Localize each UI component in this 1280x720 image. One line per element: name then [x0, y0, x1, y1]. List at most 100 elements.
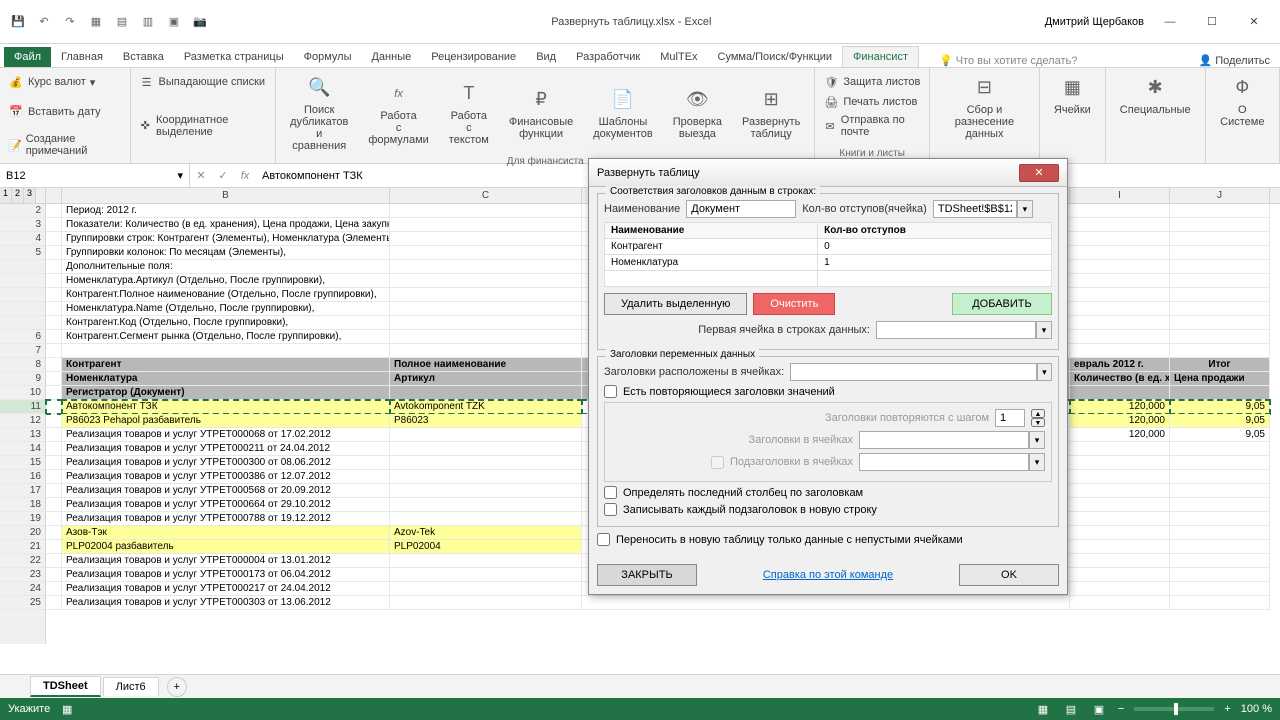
- sheet-tab[interactable]: Лист6: [103, 677, 159, 696]
- refedit-collapse-icon[interactable]: ▾: [1017, 200, 1033, 218]
- refedit-collapse-icon[interactable]: ▾: [1036, 321, 1052, 339]
- sheet-tab-active[interactable]: TDSheet: [30, 676, 101, 697]
- qat-icon[interactable]: ▥: [138, 12, 158, 32]
- fx-icon[interactable]: fx: [234, 170, 256, 182]
- col-header[interactable]: [46, 188, 62, 203]
- save-icon[interactable]: 💾: [8, 12, 28, 32]
- headers-refedit[interactable]: [790, 363, 1037, 381]
- status-mode: Укажите: [8, 703, 50, 715]
- ribbon-notes[interactable]: 📝Создание примечаний: [8, 131, 122, 159]
- table-row[interactable]: Номенклатура1: [605, 255, 1052, 271]
- maximize-icon[interactable]: ☐: [1196, 11, 1228, 33]
- name-box[interactable]: B12▾: [0, 164, 190, 187]
- ribbon-print[interactable]: 🖨Печать листов: [823, 92, 921, 112]
- tab-sum-search[interactable]: Сумма/Поиск/Функции: [708, 47, 843, 67]
- subheader-checkbox: [711, 456, 724, 469]
- dialog-close-button[interactable]: ✕: [1019, 164, 1059, 182]
- outline-level-2[interactable]: 2: [12, 188, 24, 203]
- check-icon: 👁: [683, 86, 711, 114]
- col-header[interactable]: I: [1070, 188, 1170, 203]
- spin-down-icon[interactable]: ▼: [1031, 418, 1045, 427]
- outline-level-1[interactable]: 1: [0, 188, 12, 203]
- col-header[interactable]: C: [390, 188, 582, 203]
- tab-page-layout[interactable]: Разметка страницы: [174, 47, 294, 67]
- tab-multex[interactable]: MulTEx: [650, 47, 707, 67]
- camera-icon[interactable]: 📷: [190, 12, 210, 32]
- ribbon-mail[interactable]: ✉Отправка по почте: [823, 112, 921, 140]
- ribbon-insert-date[interactable]: 📅Вставить дату: [8, 102, 122, 122]
- repeat-headers-checkbox[interactable]: [604, 385, 617, 398]
- close-icon[interactable]: ✕: [1238, 11, 1270, 33]
- tab-view[interactable]: Вид: [526, 47, 566, 67]
- grid-row[interactable]: 25 Реализация товаров и услуг УТРЕТ00030…: [0, 596, 1280, 610]
- help-link[interactable]: Справка по этой команде: [763, 569, 893, 581]
- ruble-icon: ₽: [527, 86, 555, 114]
- expand-table-dialog: Развернуть таблицу ✕ Соответствия заголо…: [588, 158, 1068, 595]
- add-button[interactable]: ДОБАВИТЬ: [952, 293, 1052, 315]
- tab-review[interactable]: Рецензирование: [421, 47, 526, 67]
- ribbon-dup-search[interactable]: 🔍Поиск дубликатов и сравнения: [284, 72, 354, 154]
- nonempty-checkbox[interactable]: [597, 533, 610, 546]
- delete-selected-button[interactable]: Удалить выделенную: [604, 293, 747, 315]
- ribbon-protect[interactable]: 🛡Защита листов: [823, 72, 921, 92]
- view-layout-icon[interactable]: ▤: [1062, 700, 1080, 718]
- zoom-in-icon[interactable]: +: [1224, 703, 1230, 715]
- last-col-checkbox[interactable]: [604, 486, 617, 499]
- duplicates-icon: 🔍: [305, 74, 333, 102]
- view-break-icon[interactable]: ▣: [1090, 700, 1108, 718]
- ribbon-currency[interactable]: 💰Курс валют ▾: [8, 72, 122, 92]
- add-sheet-button[interactable]: +: [167, 677, 187, 697]
- share-button[interactable]: 👤 Поделитьс: [1188, 54, 1280, 67]
- table-row[interactable]: Контрагент0: [605, 239, 1052, 255]
- view-normal-icon[interactable]: ▦: [1034, 700, 1052, 718]
- tab-data[interactable]: Данные: [361, 47, 421, 67]
- col-header[interactable]: B: [62, 188, 390, 203]
- ribbon-text[interactable]: TРабота с текстом: [443, 72, 495, 154]
- tab-formulas[interactable]: Формулы: [294, 47, 362, 67]
- dialog-titlebar[interactable]: Развернуть таблицу ✕: [589, 159, 1067, 187]
- cancel-icon[interactable]: ✕: [190, 169, 212, 182]
- ribbon-formulas[interactable]: fxРабота с формулами: [362, 72, 434, 154]
- qat-icon[interactable]: ▣: [164, 12, 184, 32]
- step-input[interactable]: [995, 409, 1025, 427]
- subheader-row-checkbox[interactable]: [604, 503, 617, 516]
- tab-developer[interactable]: Разработчик: [566, 47, 650, 67]
- qat-icon[interactable]: ▦: [86, 12, 106, 32]
- ribbon-dropdown-lists[interactable]: ☰Выпадающие списки: [139, 72, 268, 92]
- zoom-out-icon[interactable]: −: [1118, 703, 1124, 715]
- refedit-collapse-icon[interactable]: ▾: [1037, 363, 1052, 381]
- redo-icon[interactable]: ↷: [60, 12, 80, 32]
- zoom-value[interactable]: 100 %: [1241, 703, 1272, 715]
- first-cell-refedit[interactable]: [876, 321, 1036, 339]
- zoom-slider[interactable]: [1134, 707, 1214, 711]
- tab-insert[interactable]: Вставка: [113, 47, 174, 67]
- offset-refedit[interactable]: [933, 200, 1017, 218]
- col-header[interactable]: J: [1170, 188, 1270, 203]
- ok-button[interactable]: OK: [959, 564, 1059, 586]
- ribbon-check[interactable]: 👁Проверка выезда: [667, 72, 728, 154]
- clear-button[interactable]: Очистить: [753, 293, 835, 315]
- ribbon-special[interactable]: ✱Специальные: [1114, 72, 1197, 118]
- spin-up-icon[interactable]: ▲: [1031, 409, 1045, 418]
- ribbon-collect[interactable]: ⊟Сбор и разнесение данных: [938, 72, 1031, 142]
- tab-file[interactable]: Файл: [4, 47, 51, 67]
- tab-home[interactable]: Главная: [51, 47, 113, 67]
- macro-icon[interactable]: ▦: [58, 700, 76, 718]
- ribbon-cells[interactable]: ▦Ячейки: [1048, 72, 1097, 118]
- mapping-table[interactable]: НаименованиеКол-во отступов Контрагент0 …: [604, 222, 1052, 287]
- outline-level-3[interactable]: 3: [24, 188, 36, 203]
- window-title: Развернуть таблицу.xlsx - Excel: [218, 16, 1045, 28]
- ribbon-financial[interactable]: ₽Финансовые функции: [503, 72, 579, 154]
- tell-me-input[interactable]: 💡 Что вы хотите сделать?: [939, 54, 1188, 67]
- accept-icon[interactable]: ✓: [212, 169, 234, 182]
- name-input[interactable]: [686, 200, 796, 218]
- close-button[interactable]: ЗАКРЫТЬ: [597, 564, 697, 586]
- ribbon-templates[interactable]: 📄Шаблоны документов: [587, 72, 658, 154]
- qat-icon[interactable]: ▤: [112, 12, 132, 32]
- tab-finansist[interactable]: Финансист: [842, 46, 919, 67]
- minimize-icon[interactable]: —: [1154, 11, 1186, 33]
- undo-icon[interactable]: ↶: [34, 12, 54, 32]
- ribbon-coord-select[interactable]: ✜Координатное выделение: [139, 112, 268, 140]
- ribbon-about[interactable]: ФО Системе: [1214, 72, 1271, 130]
- ribbon-expand-table[interactable]: ⊞Развернуть таблицу: [736, 72, 806, 154]
